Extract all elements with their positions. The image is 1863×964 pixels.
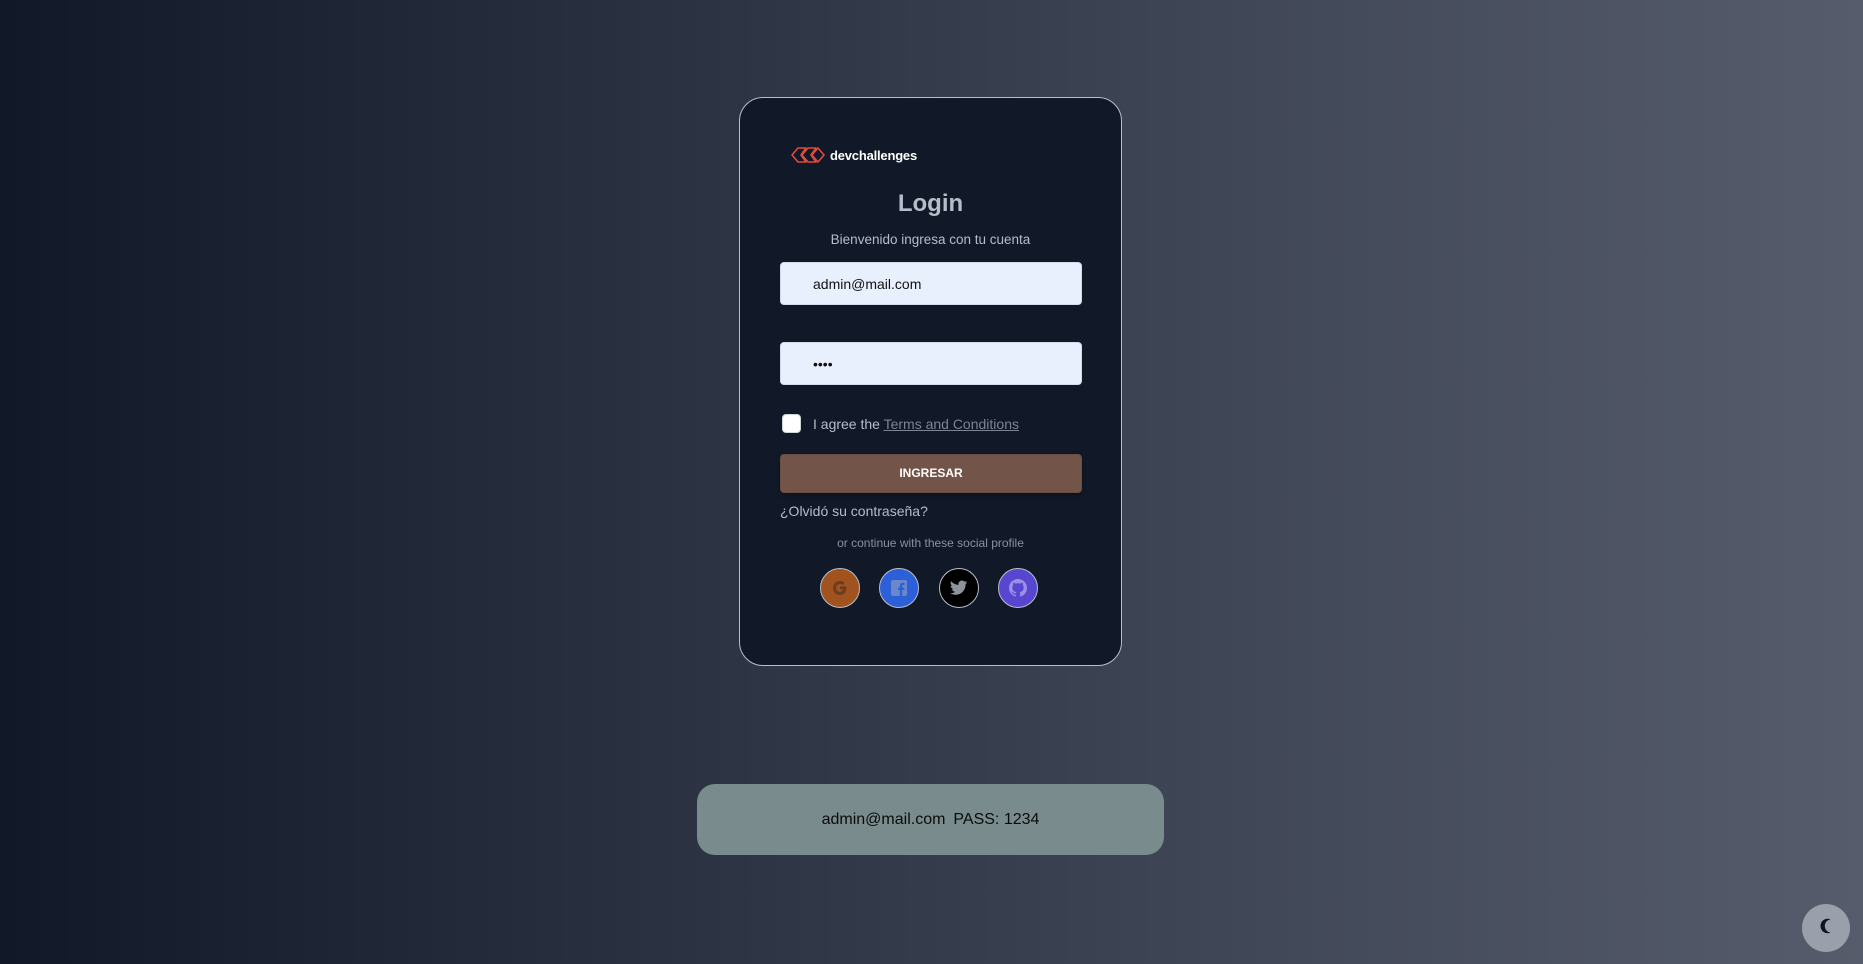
hint-email: admin@mail.com (821, 810, 946, 828)
credentials-hint: admin@mail.com PASS: 1234 (697, 784, 1164, 855)
terms-row: I agree the Terms and Conditions (782, 414, 1019, 433)
facebook-icon (890, 579, 908, 597)
terms-prefix: I agree the (813, 415, 880, 432)
page-subtitle: Bienvenido ingresa con tu cuenta (830, 232, 1031, 247)
devchallenges-logo-icon (788, 146, 826, 164)
facebook-login-button[interactable] (879, 568, 919, 608)
forgot-password-link[interactable]: ¿Olvidó su contraseña? (780, 503, 928, 519)
brand-name: devchallenges (830, 147, 917, 163)
hint-password: PASS: 1234 (953, 810, 1040, 828)
twitter-icon (950, 580, 968, 596)
terms-link[interactable]: Terms and Conditions (884, 416, 1019, 432)
theme-toggle-button[interactable] (1802, 904, 1850, 952)
login-card: devchallenges Login Bienvenido ingresa c… (739, 97, 1122, 666)
social-caption: or continue with these social profile (837, 536, 1024, 550)
terms-checkbox[interactable] (782, 414, 801, 433)
google-icon (830, 578, 850, 598)
password-field[interactable] (780, 342, 1082, 385)
moon-icon (1818, 918, 1834, 939)
github-icon (1009, 579, 1027, 597)
twitter-login-button[interactable] (939, 568, 979, 608)
terms-label: I agree the Terms and Conditions (813, 416, 1019, 432)
brand-logo: devchallenges (788, 146, 917, 164)
login-submit-button[interactable]: INGRESAR (780, 454, 1082, 493)
page-title: Login (897, 190, 964, 217)
email-field[interactable] (780, 262, 1082, 305)
github-login-button[interactable] (998, 568, 1038, 608)
google-login-button[interactable] (820, 568, 860, 608)
